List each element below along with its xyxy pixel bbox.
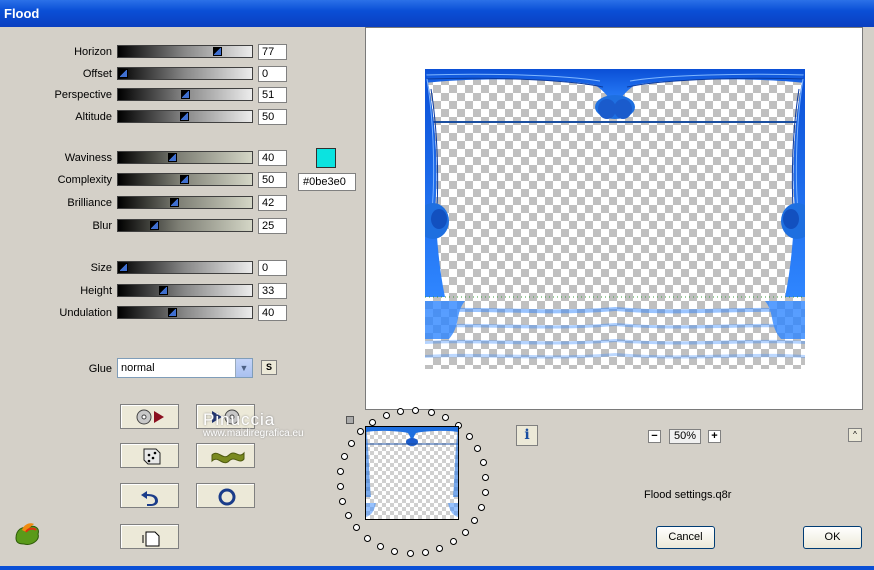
slider-value-field[interactable]: 77 xyxy=(258,44,287,60)
navigator-dot[interactable] xyxy=(406,550,414,558)
slider-track[interactable] xyxy=(117,219,253,232)
color-hex-field[interactable]: #0be3e0 xyxy=(298,173,356,191)
thumbnail-image xyxy=(366,427,458,517)
color-swatch[interactable] xyxy=(316,148,336,168)
navigator-dot[interactable] xyxy=(427,408,435,416)
zoom-in-button[interactable]: + xyxy=(708,430,721,443)
slider-track[interactable] xyxy=(117,151,253,164)
undo-icon xyxy=(141,491,158,506)
cancel-button[interactable]: Cancel xyxy=(656,526,715,549)
slider-thumb[interactable] xyxy=(181,90,191,99)
navigator-handle[interactable] xyxy=(346,416,354,424)
slider-track[interactable] xyxy=(117,67,253,80)
slider-value-field[interactable]: 40 xyxy=(258,150,287,166)
wave-button[interactable] xyxy=(196,443,255,468)
navigator-dot[interactable] xyxy=(336,483,344,491)
glue-value: normal xyxy=(121,362,155,374)
slider-value-field[interactable]: 42 xyxy=(258,195,287,211)
slider-label: Blur xyxy=(92,220,112,232)
slider-value-field[interactable]: 33 xyxy=(258,283,287,299)
info-button[interactable]: i xyxy=(516,425,538,446)
slider-thumb[interactable] xyxy=(170,198,180,207)
ok-button[interactable]: OK xyxy=(803,526,862,549)
load-preset-button[interactable] xyxy=(120,404,179,429)
glue-label: Glue xyxy=(88,363,112,375)
watermark-title: Pinuccia xyxy=(203,410,276,429)
disc-arrow-icon xyxy=(136,409,164,425)
wave-icon xyxy=(211,451,245,464)
zoom-out-button[interactable]: − xyxy=(648,430,661,443)
title-bar: Flood xyxy=(0,0,874,27)
slider-thumb[interactable] xyxy=(149,221,159,230)
navigator-dot[interactable] xyxy=(347,440,355,447)
slider-label: Waviness xyxy=(64,152,112,164)
slider-label: Height xyxy=(80,285,112,297)
slider-thumb[interactable] xyxy=(167,308,177,317)
circle-button[interactable] xyxy=(196,483,255,508)
navigator-dot[interactable] xyxy=(477,503,485,511)
slider-thumb[interactable] xyxy=(180,112,189,121)
copy-button[interactable] xyxy=(120,524,179,549)
slider-thumb[interactable] xyxy=(212,47,222,56)
preview-canvas[interactable] xyxy=(425,69,805,369)
slider-track[interactable] xyxy=(117,173,253,186)
navigator-dot[interactable] xyxy=(461,528,469,536)
preview-pane[interactable] xyxy=(365,27,863,410)
slider-value-field[interactable]: 51 xyxy=(258,87,287,103)
slider-value-field[interactable]: 0 xyxy=(258,260,287,276)
slider-track[interactable] xyxy=(117,110,253,123)
dice-icon xyxy=(143,448,161,465)
navigator-dot[interactable] xyxy=(397,407,405,415)
slider-value-field[interactable]: 50 xyxy=(258,109,287,125)
slider-track[interactable] xyxy=(117,45,253,58)
glue-select[interactable]: normal ▼ xyxy=(117,358,253,378)
window-title: Flood xyxy=(4,6,40,21)
slider-value-field[interactable]: 25 xyxy=(258,218,287,234)
slider-label: Perspective xyxy=(54,89,112,101)
navigator-dot[interactable] xyxy=(344,511,352,519)
navigator-dot[interactable] xyxy=(479,459,487,467)
settings-filename: Flood settings.q8r xyxy=(644,489,732,501)
slider-value-field[interactable]: 50 xyxy=(258,172,287,188)
slider-value-field[interactable]: 40 xyxy=(258,305,287,321)
glue-s-button[interactable]: S xyxy=(261,360,277,375)
flood-image xyxy=(425,69,805,359)
slider-track[interactable] xyxy=(117,284,253,297)
collapse-navigator-button[interactable]: ^ xyxy=(848,428,862,442)
slider-thumb[interactable] xyxy=(119,263,128,272)
navigator-dot[interactable] xyxy=(382,411,390,419)
slider-track[interactable] xyxy=(117,261,253,274)
slider-label: Horizon xyxy=(74,46,112,58)
slider-value-field[interactable]: 0 xyxy=(258,66,287,82)
watermark-url: www.maidiregrafica.eu xyxy=(203,428,304,439)
document-icon xyxy=(142,531,160,547)
ring-icon xyxy=(218,488,236,506)
slider-track[interactable] xyxy=(117,196,253,209)
navigator-dot[interactable] xyxy=(369,418,377,426)
slider-label: Undulation xyxy=(59,307,112,319)
zoom-level: 50% xyxy=(669,429,701,444)
window-bottom-border xyxy=(0,566,874,570)
navigator-dot[interactable] xyxy=(465,432,473,440)
slider-thumb[interactable] xyxy=(167,153,177,162)
slider-label: Size xyxy=(90,262,112,274)
slider-track[interactable] xyxy=(117,306,253,319)
navigator-dot[interactable] xyxy=(481,488,489,496)
slider-label: Altitude xyxy=(75,111,112,123)
slider-thumb[interactable] xyxy=(180,175,189,184)
randomize-button[interactable] xyxy=(120,443,179,468)
slider-label: Complexity xyxy=(57,174,112,186)
slider-label: Offset xyxy=(82,68,112,80)
slider-label: Brilliance xyxy=(67,197,112,209)
navigator-dot[interactable] xyxy=(441,413,449,421)
slider-track[interactable] xyxy=(117,88,253,101)
reset-button[interactable] xyxy=(120,483,179,508)
slider-thumb[interactable] xyxy=(119,69,128,78)
chevron-down-icon[interactable]: ▼ xyxy=(235,359,252,377)
slider-thumb[interactable] xyxy=(159,286,169,295)
app-logo-icon xyxy=(12,520,42,549)
watermark: Pinuccia www.maidiregrafica.eu xyxy=(203,410,304,439)
navigator-thumbnail[interactable] xyxy=(365,426,459,520)
